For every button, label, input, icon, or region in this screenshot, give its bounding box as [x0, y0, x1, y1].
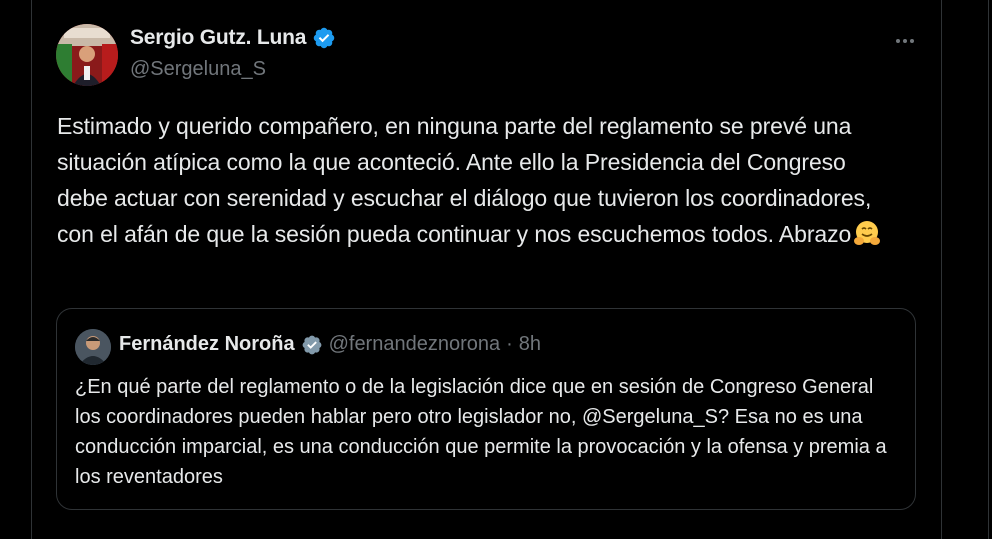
quoted-handle[interactable]: @fernandeznorona [329, 333, 501, 356]
quoted-text: ¿En qué parte del reglamento o de la leg… [75, 376, 887, 488]
tweet[interactable]: Sergio Gutz. Luna @Sergeluna_S Estimado … [32, 0, 941, 539]
quoted-timestamp[interactable]: 8h [519, 333, 541, 356]
verified-gray-badge-icon[interactable] [301, 334, 323, 356]
author-avatar[interactable] [56, 24, 118, 86]
hugging-face-emoji-icon [852, 218, 882, 248]
author-handle[interactable]: @Sergeluna_S [130, 58, 266, 81]
quoted-avatar-photo-icon [75, 329, 111, 365]
column-divider-edge [988, 0, 989, 539]
more-dot [896, 39, 900, 43]
tweet-text: Estimado y querido compañero, en ninguna… [57, 108, 897, 252]
quoted-tweet[interactable]: Fernández Noroña @fernandeznorona · 8h ¿… [56, 308, 916, 510]
avatar-photo-icon [56, 24, 118, 86]
quoted-author-avatar[interactable] [75, 329, 111, 365]
quoted-display-name[interactable]: Fernández Noroña [119, 333, 295, 356]
quoted-header: Fernández Noroña @fernandeznorona · 8h [119, 333, 541, 356]
verified-badge-icon[interactable] [312, 26, 336, 50]
more-dot [903, 39, 907, 43]
tweet-text-content: Estimado y querido compañero, en ninguna… [57, 113, 872, 247]
author-name-row: Sergio Gutz. Luna [130, 26, 336, 50]
screen: Sergio Gutz. Luna @Sergeluna_S Estimado … [0, 0, 992, 539]
quoted-separator: · [506, 333, 513, 355]
more-options-icon[interactable] [888, 26, 922, 56]
author-display-name[interactable]: Sergio Gutz. Luna [130, 26, 306, 50]
column-divider-right [941, 0, 942, 539]
more-dot [910, 39, 914, 43]
